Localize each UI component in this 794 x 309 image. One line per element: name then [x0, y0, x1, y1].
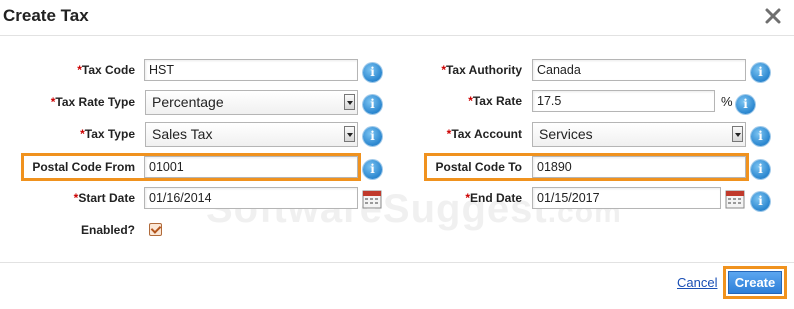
enabled-label: Enabled? — [80, 223, 135, 237]
end-date-info-icon[interactable]: i — [751, 192, 770, 211]
tax-code-info-icon[interactable]: i — [363, 63, 382, 82]
postal-code-to-label: Postal Code To — [435, 160, 522, 174]
tax-account-label: *Tax Account — [446, 127, 522, 141]
footer-divider — [0, 262, 794, 263]
tax-code-label: *Tax Code — [77, 63, 135, 77]
create-button[interactable]: Create — [728, 271, 782, 294]
chevron-down-icon — [732, 126, 743, 142]
postal-code-from-info-icon[interactable]: i — [363, 160, 382, 179]
header-divider — [0, 35, 794, 36]
close-icon[interactable] — [763, 6, 783, 26]
postal-code-to-input[interactable]: 01890 — [532, 156, 746, 178]
chevron-down-icon — [344, 126, 355, 142]
tax-rate-label: *Tax Rate — [468, 94, 522, 108]
cancel-link[interactable]: Cancel — [677, 275, 717, 290]
tax-rate-type-label: *Tax Rate Type — [50, 95, 135, 109]
tax-rate-type-select[interactable]: Percentage — [145, 90, 358, 115]
calendar-icon[interactable] — [362, 189, 382, 209]
start-date-input[interactable]: 01/16/2014 — [144, 187, 358, 209]
end-date-input[interactable]: 01/15/2017 — [532, 187, 721, 209]
create-button-highlight: Create — [723, 266, 787, 299]
tax-rate-type-value: Percentage — [152, 94, 224, 110]
tax-type-select[interactable]: Sales Tax — [145, 122, 358, 147]
postal-code-from-label: Postal Code From — [32, 160, 135, 174]
tax-authority-label: *Tax Authority — [441, 63, 522, 77]
tax-account-select[interactable]: Services — [532, 122, 746, 147]
tax-type-label: *Tax Type — [80, 127, 135, 141]
tax-rate-input[interactable]: 17.5 — [532, 90, 715, 112]
chevron-down-icon — [344, 94, 355, 110]
postal-code-to-info-icon[interactable]: i — [751, 160, 770, 179]
tax-rate-info-icon[interactable]: i — [736, 95, 755, 114]
tax-account-info-icon[interactable]: i — [751, 127, 770, 146]
enabled-checkbox[interactable] — [149, 223, 162, 236]
dialog-title: Create Tax — [3, 6, 89, 25]
start-date-label: *Start Date — [73, 191, 135, 205]
tax-authority-input[interactable]: Canada — [532, 59, 746, 81]
tax-code-input[interactable]: HST — [144, 59, 358, 81]
calendar-icon[interactable] — [725, 189, 745, 209]
postal-code-from-input[interactable]: 01001 — [144, 156, 358, 178]
tax-type-value: Sales Tax — [152, 126, 213, 142]
tax-account-value: Services — [539, 126, 593, 142]
tax-rate-unit: % — [721, 94, 733, 109]
tax-authority-info-icon[interactable]: i — [751, 63, 770, 82]
tax-type-info-icon[interactable]: i — [363, 127, 382, 146]
end-date-label: *End Date — [465, 191, 522, 205]
tax-rate-type-info-icon[interactable]: i — [363, 95, 382, 114]
